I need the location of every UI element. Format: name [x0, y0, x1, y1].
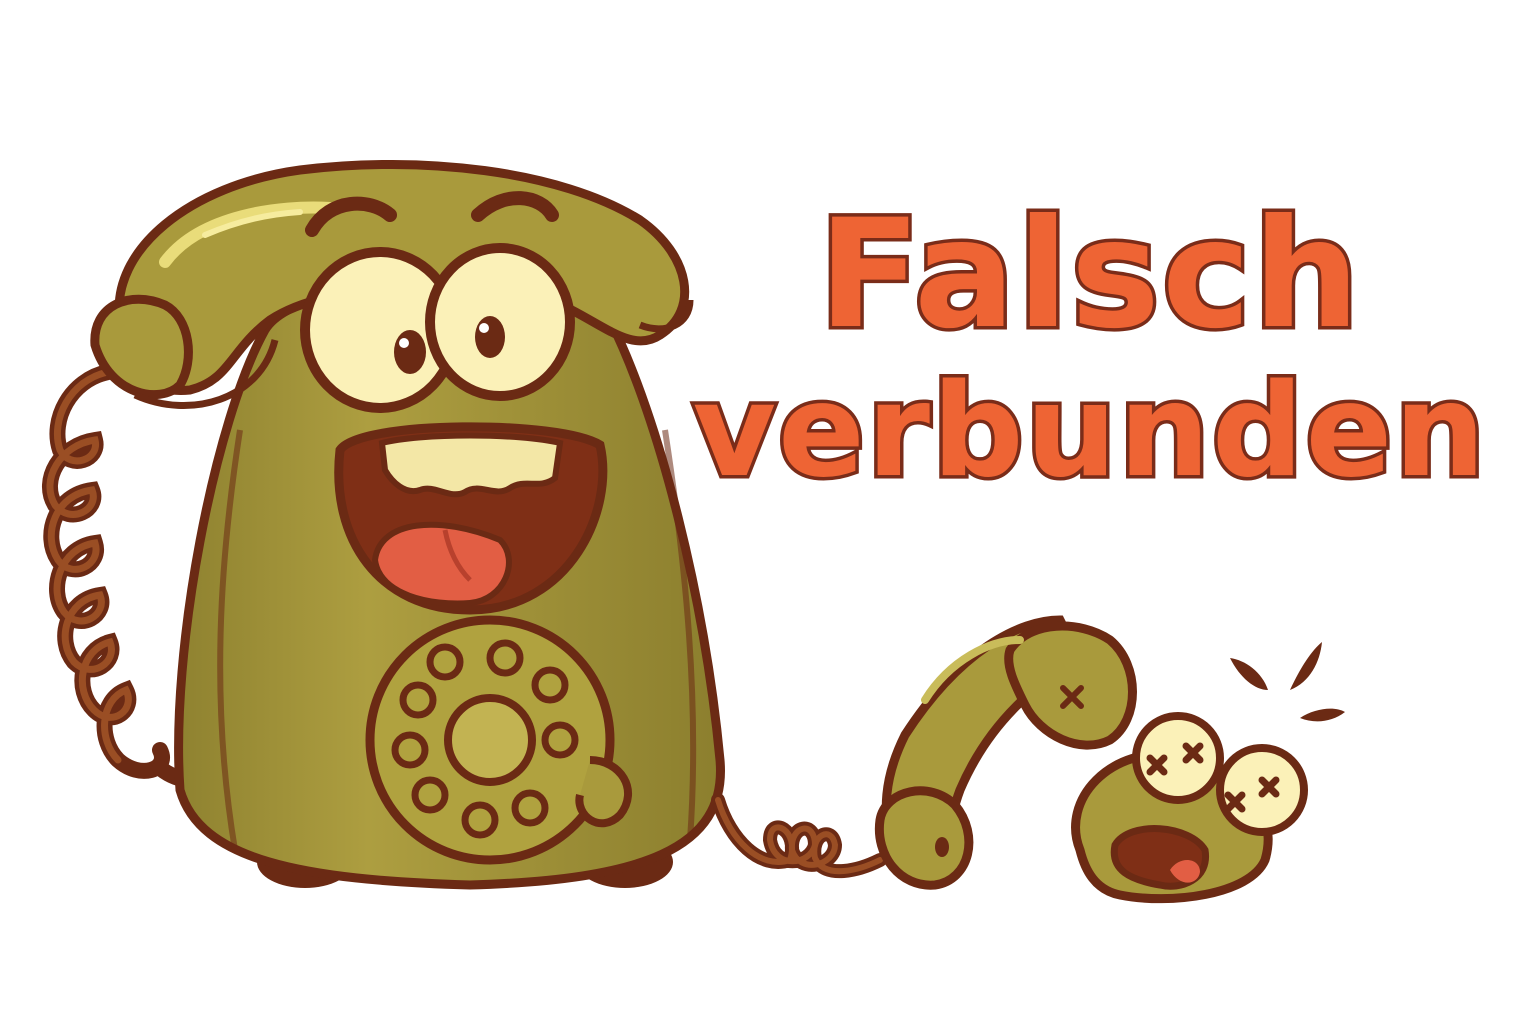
- sticker-canvas: Falsch verbunden: [0, 0, 1536, 1024]
- splash-drops-icon: [1230, 642, 1345, 722]
- title-line-1: Falsch: [815, 188, 1363, 362]
- title-line-2: verbunden: [689, 357, 1489, 506]
- illustration: [42, 159, 1345, 904]
- page-title: Falsch verbunden: [689, 188, 1490, 506]
- rotary-phone-character-icon: [42, 159, 725, 890]
